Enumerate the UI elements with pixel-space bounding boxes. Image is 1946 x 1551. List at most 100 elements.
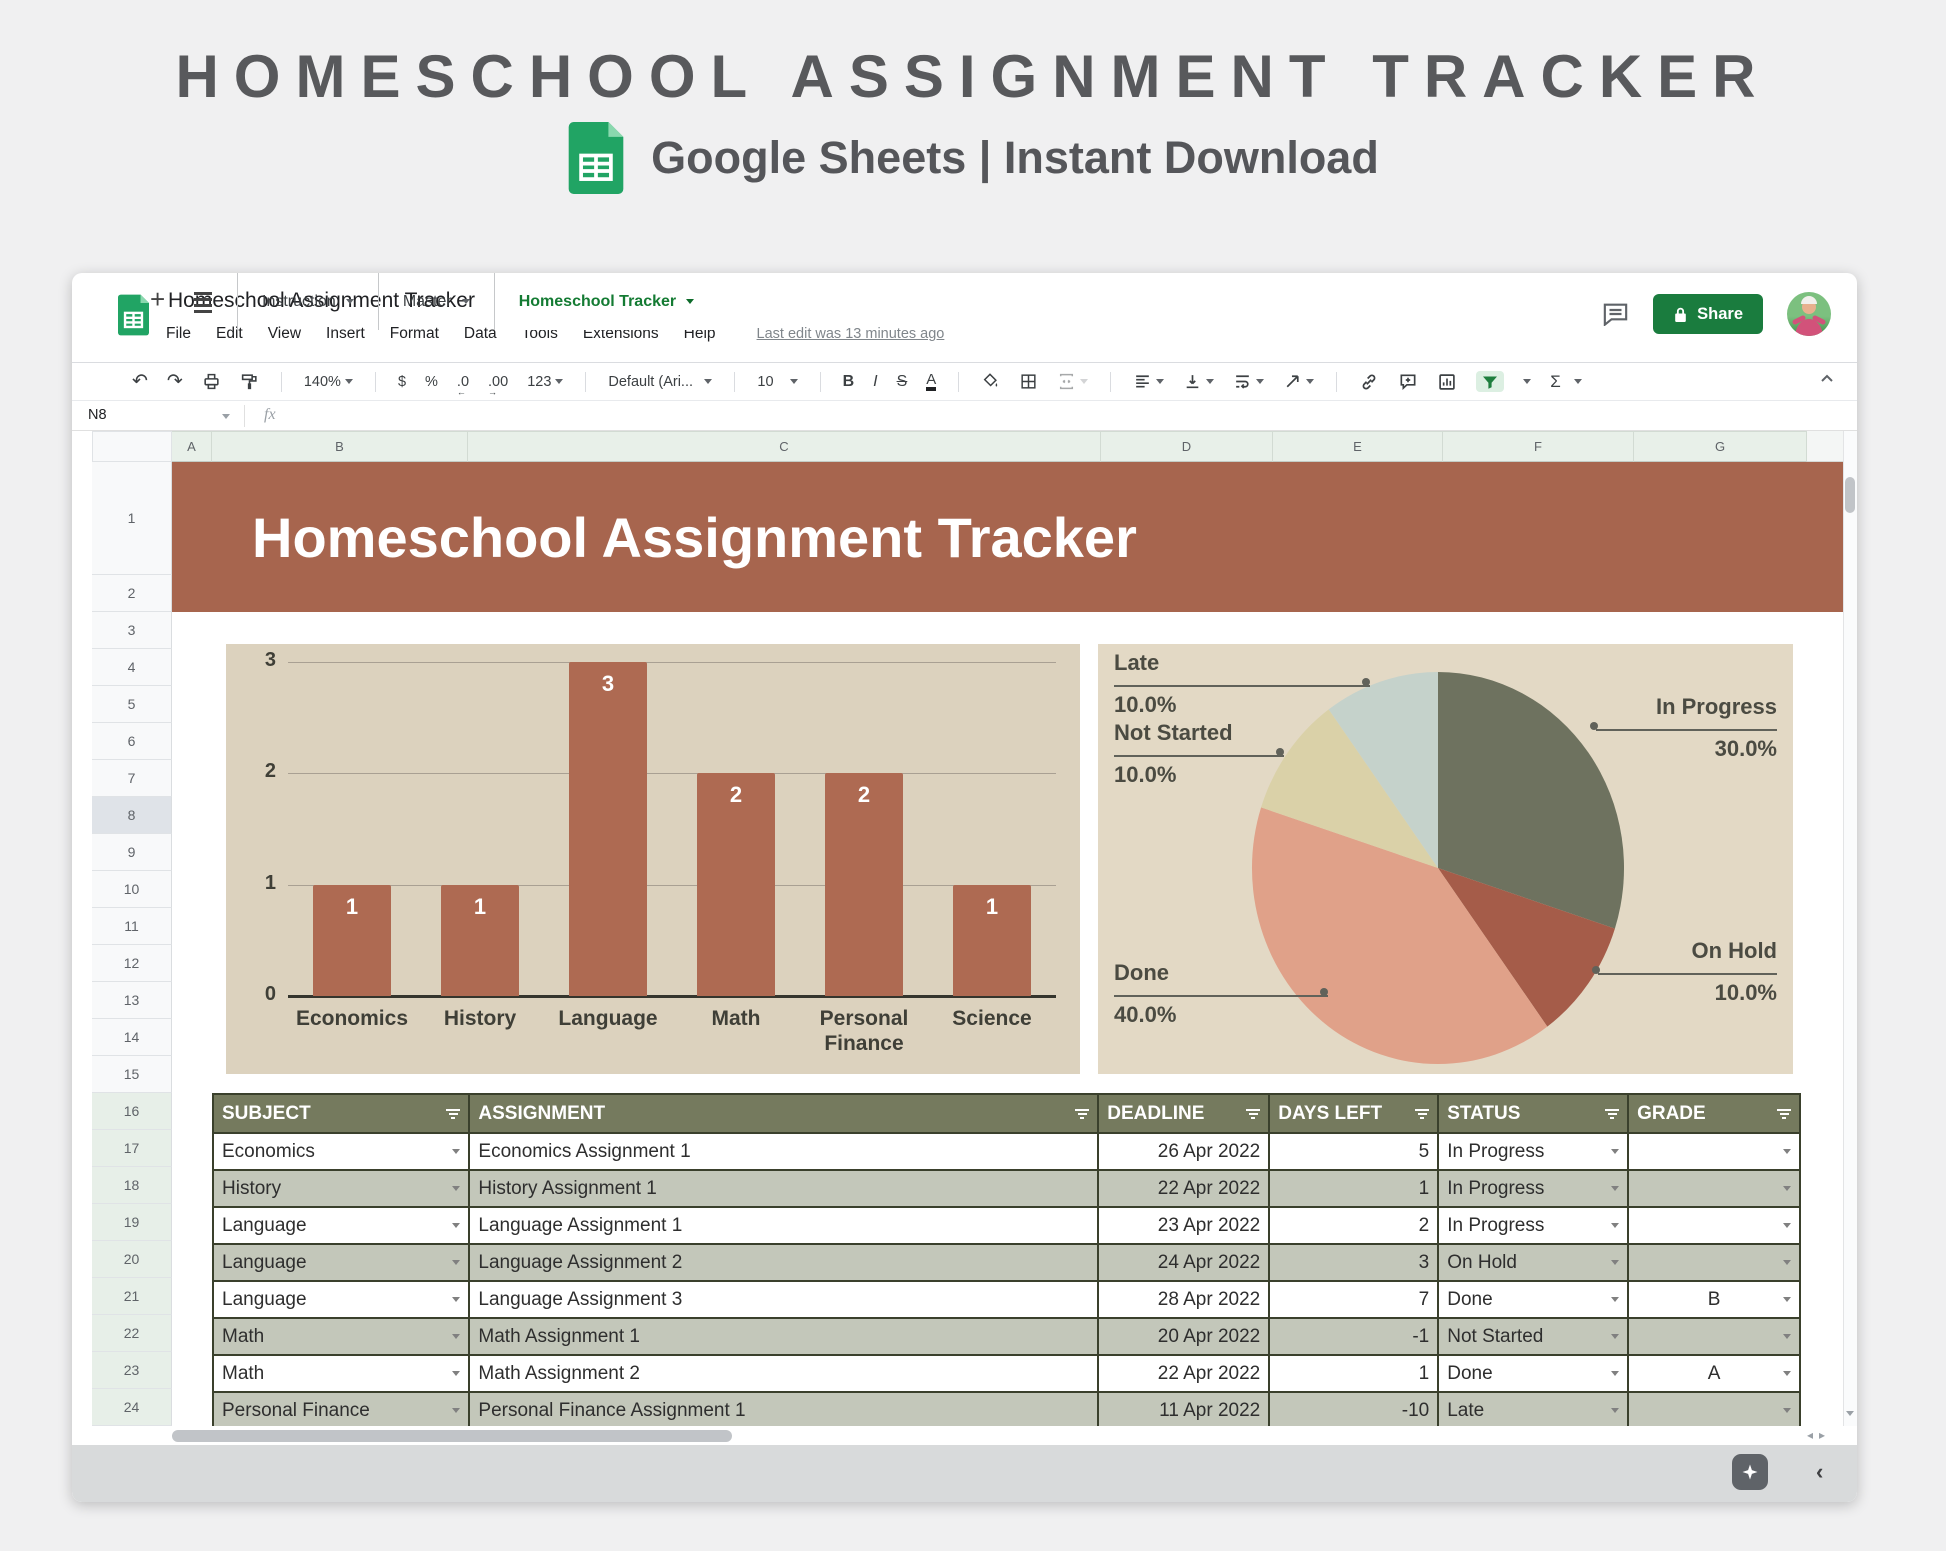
cell-assignment[interactable]: Math Assignment 1 — [468, 1319, 1097, 1354]
table-header-assignment[interactable]: ASSIGNMENT — [468, 1095, 1097, 1132]
cell-status[interactable]: In Progress — [1437, 1171, 1627, 1206]
row-header-21[interactable]: 21 — [92, 1278, 172, 1315]
cell-dropdown-icon[interactable] — [1783, 1260, 1791, 1265]
cell-status[interactable]: Late — [1437, 1393, 1627, 1426]
more-formats-select[interactable]: 123 — [527, 374, 563, 390]
hide-controls-icon[interactable]: ‹ — [1816, 1459, 1823, 1485]
table-header-status[interactable]: STATUS — [1437, 1095, 1627, 1132]
row-header-22[interactable]: 22 — [92, 1315, 172, 1352]
cell-days_left[interactable]: 1 — [1268, 1171, 1437, 1206]
cell-assignment[interactable]: Language Assignment 1 — [468, 1208, 1097, 1243]
cell-subject[interactable]: Language — [214, 1208, 468, 1243]
cell-dropdown-icon[interactable] — [1611, 1186, 1619, 1191]
decrease-decimal-icon[interactable]: .0← — [457, 374, 469, 390]
cell-dropdown-icon[interactable] — [1611, 1149, 1619, 1154]
functions-icon[interactable]: Σ — [1550, 372, 1581, 392]
cell-status[interactable]: Not Started — [1437, 1319, 1627, 1354]
row-header-16[interactable]: 16 — [92, 1093, 172, 1130]
cell-deadline[interactable]: 23 Apr 2022 — [1097, 1208, 1268, 1243]
cell-assignment[interactable]: Language Assignment 3 — [468, 1282, 1097, 1317]
filter-icon[interactable] — [446, 1109, 460, 1119]
cell-dropdown-icon[interactable] — [452, 1371, 460, 1376]
row-header-19[interactable]: 19 — [92, 1204, 172, 1241]
select-all-corner[interactable] — [92, 431, 172, 462]
row-header-11[interactable]: 11 — [92, 908, 172, 945]
cell-grade[interactable]: B — [1627, 1282, 1799, 1317]
cell-subject[interactable]: History — [214, 1171, 468, 1206]
cell-dropdown-icon[interactable] — [452, 1297, 460, 1302]
row-header-12[interactable]: 12 — [92, 945, 172, 982]
insert-chart-icon[interactable] — [1437, 372, 1457, 392]
horizontal-scrollbar-thumb[interactable] — [172, 1430, 732, 1442]
cell-days_left[interactable]: 3 — [1268, 1245, 1437, 1280]
cell-days_left[interactable]: -1 — [1268, 1319, 1437, 1354]
cell-status[interactable]: Done — [1437, 1356, 1627, 1391]
strikethrough-icon[interactable]: S — [897, 373, 908, 391]
cell-assignment[interactable]: History Assignment 1 — [468, 1171, 1097, 1206]
cell-days_left[interactable]: 1 — [1268, 1356, 1437, 1391]
cell-days_left[interactable]: -10 — [1268, 1393, 1437, 1426]
cell-dropdown-icon[interactable] — [1611, 1334, 1619, 1339]
row-header-23[interactable]: 23 — [92, 1352, 172, 1389]
paint-format-icon[interactable] — [240, 372, 259, 391]
create-filter-icon[interactable] — [1476, 371, 1504, 392]
cell-dropdown-icon[interactable] — [452, 1186, 460, 1191]
sheet-grid[interactable]: Homeschool Assignment Tracker 32101Econo… — [172, 462, 1843, 1426]
cell-dropdown-icon[interactable] — [1783, 1334, 1791, 1339]
tab-menu-icon[interactable] — [346, 299, 354, 304]
cell-dropdown-icon[interactable] — [452, 1408, 460, 1413]
cell-dropdown-icon[interactable] — [1611, 1297, 1619, 1302]
cell-dropdown-icon[interactable] — [452, 1260, 460, 1265]
fill-color-icon[interactable] — [981, 372, 1000, 391]
zoom-select[interactable]: 140% — [304, 374, 353, 390]
insert-link-icon[interactable] — [1359, 372, 1379, 392]
menu-file[interactable]: File — [166, 325, 191, 343]
row-header-10[interactable]: 10 — [92, 871, 172, 908]
increase-decimal-icon[interactable]: .00→ — [488, 374, 508, 390]
cell-grade[interactable] — [1627, 1393, 1799, 1426]
cell-days_left[interactable]: 5 — [1268, 1134, 1437, 1169]
cell-dropdown-icon[interactable] — [452, 1223, 460, 1228]
cell-dropdown-icon[interactable] — [452, 1334, 460, 1339]
cell-subject[interactable]: Math — [214, 1319, 468, 1354]
cell-deadline[interactable]: 22 Apr 2022 — [1097, 1356, 1268, 1391]
cell-subject[interactable]: Language — [214, 1282, 468, 1317]
cell-dropdown-icon[interactable] — [452, 1149, 460, 1154]
merge-cells-icon[interactable] — [1057, 372, 1088, 391]
cell-subject[interactable]: Language — [214, 1245, 468, 1280]
tab-master[interactable]: Master — [379, 273, 495, 330]
cell-days_left[interactable]: 7 — [1268, 1282, 1437, 1317]
cell-deadline[interactable]: 20 Apr 2022 — [1097, 1319, 1268, 1354]
cell-dropdown-icon[interactable] — [1783, 1149, 1791, 1154]
row-header-8[interactable]: 8 — [92, 797, 172, 834]
last-edit-link[interactable]: Last edit was 13 minutes ago — [757, 326, 945, 342]
cell-dropdown-icon[interactable] — [1783, 1186, 1791, 1191]
filter-icon[interactable] — [1075, 1109, 1089, 1119]
font-select[interactable]: Default (Ari... — [608, 374, 712, 390]
row-header-4[interactable]: 4 — [92, 649, 172, 686]
cell-dropdown-icon[interactable] — [1611, 1260, 1619, 1265]
vertical-scrollbar[interactable] — [1843, 431, 1857, 1426]
cell-dropdown-icon[interactable] — [1611, 1408, 1619, 1413]
row-header-15[interactable]: 15 — [92, 1056, 172, 1093]
tab-menu-icon[interactable] — [686, 299, 694, 304]
row-header-14[interactable]: 14 — [92, 1019, 172, 1056]
filter-icon[interactable] — [1415, 1109, 1429, 1119]
vertical-align-icon[interactable] — [1183, 372, 1214, 391]
horizontal-scroll-arrows[interactable]: ◂▸ — [1807, 1428, 1825, 1442]
cell-dropdown-icon[interactable] — [1783, 1371, 1791, 1376]
column-header-E[interactable]: E — [1273, 431, 1443, 462]
cell-deadline[interactable]: 28 Apr 2022 — [1097, 1282, 1268, 1317]
cell-assignment[interactable]: Economics Assignment 1 — [468, 1134, 1097, 1169]
cell-status[interactable]: In Progress — [1437, 1208, 1627, 1243]
row-header-17[interactable]: 17 — [92, 1130, 172, 1167]
row-header-2[interactable]: 2 — [92, 575, 172, 612]
cell-grade[interactable] — [1627, 1319, 1799, 1354]
table-header-deadline[interactable]: DEADLINE — [1097, 1095, 1268, 1132]
format-currency-icon[interactable]: $ — [398, 374, 406, 390]
all-sheets-icon[interactable] — [194, 292, 212, 313]
cell-assignment[interactable]: Personal Finance Assignment 1 — [468, 1393, 1097, 1426]
row-header-3[interactable]: 3 — [92, 612, 172, 649]
column-header-A[interactable]: A — [172, 431, 212, 462]
cell-dropdown-icon[interactable] — [1783, 1408, 1791, 1413]
